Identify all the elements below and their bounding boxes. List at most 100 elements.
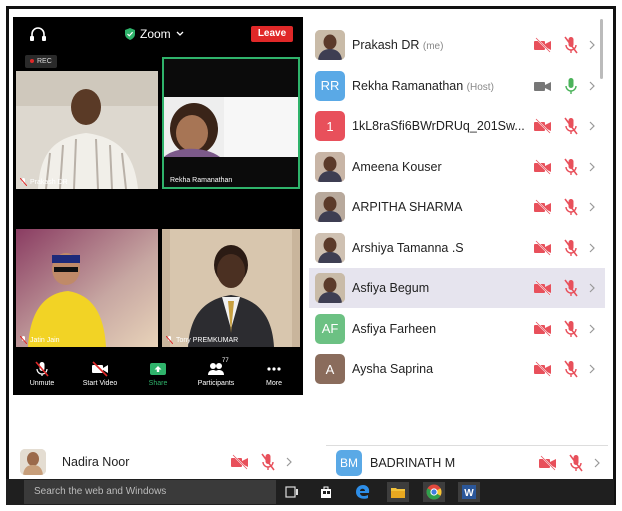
taskbar-search-input[interactable]: Search the web and Windows [24,480,276,504]
chevron-right-icon [589,162,595,171]
avatar: RR [315,70,345,101]
mic-off-icon [261,453,275,471]
leave-button[interactable]: Leave [251,26,293,42]
chevron-right-icon [589,324,595,333]
participant-name: Ameena Kouser [352,159,442,174]
list-item[interactable]: Asfiya Begum [309,268,605,308]
participant-name: 1kL8raSfi6BWrDRUq_201Sw... [352,119,525,133]
chrome-icon[interactable] [423,482,445,502]
avatar-initials: 1 [326,118,334,134]
store-icon[interactable] [315,482,337,502]
mic-off-icon [564,117,578,135]
audio-headset-icon[interactable] [29,27,47,43]
participants-button[interactable]: 77 Participants [188,358,244,387]
list-item[interactable]: Prakash DR (me) [309,25,605,65]
task-view-icon[interactable] [281,482,303,502]
participant-name: Arshiya Tamanna .S [352,240,464,255]
video-off-icon [534,280,551,296]
video-off-icon [539,454,556,471]
tile-label: Rekha Ramanathan [170,177,233,184]
list-item[interactable]: Nadira Noor [10,445,300,479]
participant-status-icons [533,77,595,95]
more-button[interactable]: More [246,361,302,387]
avatar-initials: BM [340,456,358,470]
mic-off-icon [569,454,583,471]
participants-label: Participants [197,380,235,387]
video-tile-tony[interactable]: Tony PREMKUMAR [162,229,300,347]
chevron-right-icon [286,457,292,467]
mic-off-icon [564,36,578,54]
participant-name: Prakash DR (me) [352,38,444,52]
avatar-initials: AF [321,321,339,336]
participant-status-icons [533,279,595,297]
more-dots-icon [267,367,281,371]
list-item[interactable]: AF Asfiya Farheen [309,309,605,349]
video-on-icon [534,81,551,91]
mic-off-icon [35,361,49,377]
mic-off-icon [564,360,578,378]
list-item[interactable]: 1 1kL8raSfi6BWrDRUq_201Sw... [309,106,605,146]
video-off-icon [534,118,551,134]
video-tile-jatin[interactable]: Jatin Jain [16,229,158,347]
tile-label: Tony PREMKUMAR [166,336,238,344]
participant-name: Nadira Noor [62,455,130,469]
chevron-right-icon [589,243,595,252]
avatar [315,151,345,182]
more-label: More [266,380,282,387]
word-icon[interactable]: W [458,482,480,502]
list-item[interactable]: A Aysha Saprina [309,349,605,389]
avatar: BM [336,450,362,476]
mic-off-icon [20,336,27,344]
share-screen-icon [150,363,166,375]
participant-photo [162,229,300,347]
participant-status-icons [533,117,595,135]
mic-off-icon [564,279,578,297]
mic-off-icon [166,336,173,344]
participant-name: Asfiya Farheen [352,321,437,336]
shield-icon [125,28,135,40]
mic-off-icon [564,320,578,337]
video-off-icon [92,361,108,377]
participant-status-icons [533,320,595,338]
video-off-icon [534,361,551,377]
video-off-icon [534,239,551,256]
share-button[interactable]: Share [130,361,186,387]
participant-video [164,59,298,187]
participant-status-icons [533,158,595,176]
video-off-icon [534,199,551,215]
video-off-icon [231,454,248,470]
avatar: 1 [315,111,345,141]
participant-tag: (Host) [466,81,494,93]
edge-icon[interactable] [352,482,374,502]
chevron-right-icon [589,202,595,212]
participant-status-icons [230,453,292,471]
list-item[interactable]: BM BADRINATH M [326,445,608,479]
zoom-top-bar: Zoom Leave [13,17,303,53]
avatar-initials: A [325,361,335,377]
start-video-button[interactable]: Start Video [72,361,128,387]
participant-status-icons [533,198,595,216]
mic-off-icon [564,158,578,175]
list-item[interactable]: Ameena Kouser [309,147,605,187]
list-item[interactable]: RR Rekha Ramanathan (Host) [309,66,605,106]
participant-photo [16,71,158,189]
participant-status-icons [533,36,595,54]
participants-panel: Prakash DR (me) RR Rekha Ramanathan (Host)… [309,13,605,397]
rec-label: REC [37,58,52,65]
mic-off-icon [564,239,578,256]
video-off-icon [534,158,551,175]
avatar [315,232,345,263]
video-tile-rekha[interactable]: Rekha Ramanathan [162,57,300,189]
mic-off-icon [20,178,27,186]
participant-name: ARPITHA SHARMA [352,200,463,214]
unmute-button[interactable]: Unmute [14,361,70,387]
list-item[interactable]: ARPITHA SHARMA [309,187,605,227]
file-explorer-icon[interactable] [387,482,409,502]
meeting-title[interactable]: Zoom [125,27,184,41]
list-item[interactable]: Arshiya Tamanna .S [309,228,605,268]
avatar: AF [315,313,345,344]
chevron-down-icon [176,31,184,36]
video-tile-prakash[interactable]: Prakash DR [16,71,158,189]
avatar-initials: RR [320,78,340,93]
avatar: A [315,354,345,384]
